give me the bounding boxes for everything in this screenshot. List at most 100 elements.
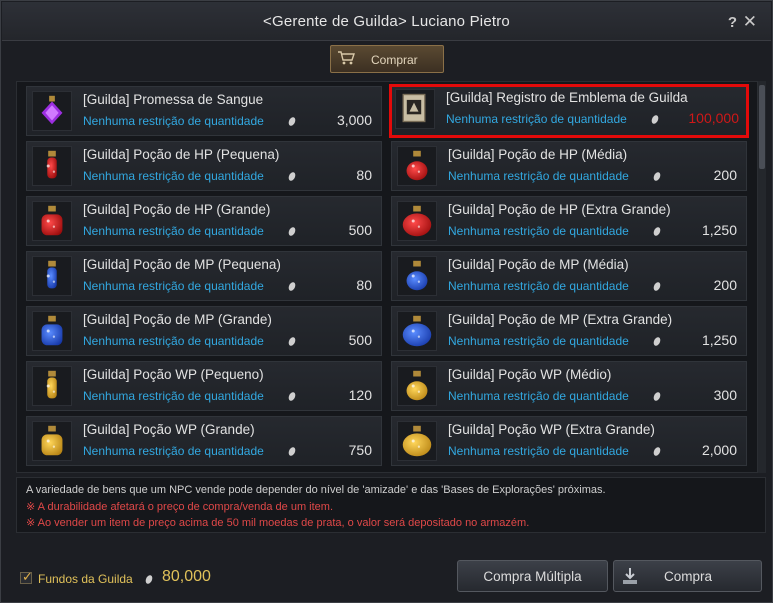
shop-item[interactable]: [Guilda] Poção WP (Extra Grande) Nenhuma…	[391, 416, 747, 466]
silver-coin-icon	[652, 171, 662, 182]
guild-funds-amount: 80,000	[162, 568, 211, 585]
silver-coin-icon	[652, 281, 662, 292]
info-panel: A variedade de bens que um NPC vende pod…	[16, 477, 766, 533]
silver-coin-icon	[287, 171, 297, 182]
mp-potion-medium-icon	[397, 256, 437, 296]
mp-potion-xlarge-icon	[397, 311, 437, 351]
item-price: 1,250	[701, 222, 737, 238]
item-restriction: Nenhuma restrição de quantidade	[448, 444, 629, 458]
shop-item[interactable]: [Guilda] Poção de HP (Grande) Nenhuma re…	[26, 196, 382, 246]
shop-item[interactable]: [Guilda] Poção de HP (Pequena) Nenhuma r…	[26, 141, 382, 191]
item-name: [Guilda] Poção de HP (Média)	[448, 147, 628, 162]
item-name: [Guilda] Poção de HP (Pequena)	[83, 147, 280, 162]
cart-icon	[338, 51, 355, 65]
shop-item[interactable]: [Guilda] Poção de MP (Pequena) Nenhuma r…	[26, 251, 382, 301]
item-price: 3,000	[336, 112, 372, 128]
item-price: 200	[713, 277, 737, 293]
item-name: [Guilda] Registro de Emblema de Guilda	[446, 90, 688, 105]
info-storage-warning: ※ Ao vender um item de preço acima de 50…	[26, 517, 530, 529]
wp-potion-large-icon	[32, 421, 72, 461]
item-name: [Guilda] Poção de MP (Grande)	[83, 312, 272, 327]
item-name: [Guilda] Poção WP (Médio)	[448, 367, 612, 382]
item-restriction: Nenhuma restrição de quantidade	[83, 224, 264, 238]
item-restriction: Nenhuma restrição de quantidade	[448, 389, 629, 403]
guild-funds-label: Fundos da Guilda	[38, 572, 133, 586]
shop-item[interactable]: [Guilda] Poção WP (Médio) Nenhuma restri…	[391, 361, 747, 411]
window-title: <Gerente de Guilda> Luciano Pietro	[263, 13, 510, 30]
close-button[interactable]: ✕	[743, 12, 757, 32]
item-name: [Guilda] Poção de MP (Extra Grande)	[448, 312, 673, 327]
hp-potion-small-icon	[32, 146, 72, 186]
shop-item[interactable]: [Guilda] Poção WP (Grande) Nenhuma restr…	[26, 416, 382, 466]
checkmark-icon: ✓	[22, 569, 33, 584]
silver-coin-icon	[287, 336, 297, 347]
item-restriction: Nenhuma restrição de quantidade	[83, 389, 264, 403]
hp-potion-medium-icon	[397, 146, 437, 186]
item-price: 750	[348, 442, 372, 458]
silver-coin-icon	[652, 446, 662, 457]
silver-coin-icon	[144, 574, 154, 585]
emblem-scroll-icon	[395, 89, 435, 129]
item-name: [Guilda] Poção de MP (Média)	[448, 257, 629, 272]
item-restriction: Nenhuma restrição de quantidade	[446, 112, 627, 126]
item-restriction: Nenhuma restrição de quantidade	[83, 444, 264, 458]
shop-item[interactable]: [Guilda] Promessa de Sangue Nenhuma rest…	[26, 86, 382, 136]
item-list: [Guilda] Promessa de Sangue Nenhuma rest…	[16, 81, 758, 473]
silver-coin-icon	[287, 116, 297, 127]
item-price: 80	[356, 277, 372, 293]
shop-item[interactable]: [Guilda] Poção de HP (Média) Nenhuma res…	[391, 141, 747, 191]
multi-buy-label: Compra Múltipla	[483, 569, 582, 584]
item-list-scrollbar[interactable]	[758, 81, 766, 473]
shop-item[interactable]: [Guilda] Poção WP (Pequeno) Nenhuma rest…	[26, 361, 382, 411]
item-restriction: Nenhuma restrição de quantidade	[448, 224, 629, 238]
item-price: 500	[348, 222, 372, 238]
title-bar[interactable]: <Gerente de Guilda> Luciano Pietro ? ✕	[2, 2, 771, 41]
shop-item[interactable]: [Guilda] Poção de HP (Extra Grande) Nenh…	[391, 196, 747, 246]
hp-potion-large-icon	[32, 201, 72, 241]
item-name: [Guilda] Poção WP (Pequeno)	[83, 367, 264, 382]
item-price: 1,250	[701, 332, 737, 348]
item-restriction: Nenhuma restrição de quantidade	[448, 279, 629, 293]
item-restriction: Nenhuma restrição de quantidade	[83, 334, 264, 348]
footer-bar: ✓ Fundos da Guilda 80,000 Compra Múltipl…	[2, 547, 771, 601]
buy-button[interactable]: Compra	[613, 560, 762, 592]
item-restriction: Nenhuma restrição de quantidade	[83, 114, 264, 128]
multi-buy-button[interactable]: Compra Múltipla	[457, 560, 608, 592]
shop-item[interactable]: [Guilda] Poção de MP (Grande) Nenhuma re…	[26, 306, 382, 356]
blood-promise-icon	[32, 91, 72, 131]
tab-buy[interactable]: Comprar	[330, 45, 444, 73]
item-price: 120	[348, 387, 372, 403]
hp-potion-xlarge-icon	[397, 201, 437, 241]
wp-potion-xlarge-icon	[397, 421, 437, 461]
help-button[interactable]: ?	[728, 14, 737, 31]
tab-buy-label: Comprar	[371, 53, 418, 67]
item-restriction: Nenhuma restrição de quantidade	[448, 169, 629, 183]
silver-coin-icon	[650, 114, 660, 125]
item-restriction: Nenhuma restrição de quantidade	[448, 334, 629, 348]
scrollbar-thumb[interactable]	[759, 85, 765, 169]
shop-item[interactable]: [Guilda] Poção de MP (Média) Nenhuma res…	[391, 251, 747, 301]
download-icon	[623, 568, 637, 584]
item-name: [Guilda] Poção WP (Grande)	[83, 422, 255, 437]
shop-item[interactable]: [Guilda] Poção de MP (Extra Grande) Nenh…	[391, 306, 747, 356]
item-restriction: Nenhuma restrição de quantidade	[83, 279, 264, 293]
guild-funds-checkbox[interactable]: ✓	[20, 569, 33, 584]
silver-coin-icon	[652, 226, 662, 237]
wp-potion-medium-icon	[397, 366, 437, 406]
item-restriction: Nenhuma restrição de quantidade	[83, 169, 264, 183]
silver-coin-icon	[287, 446, 297, 457]
item-price: 300	[713, 387, 737, 403]
item-name: [Guilda] Poção de HP (Grande)	[83, 202, 271, 217]
item-price: 80	[356, 167, 372, 183]
item-price: 2,000	[701, 442, 737, 458]
item-price: 200	[713, 167, 737, 183]
silver-coin-icon	[652, 336, 662, 347]
buy-label: Compra	[664, 569, 713, 584]
shop-item[interactable]: [Guilda] Registro de Emblema de Guilda N…	[389, 84, 749, 138]
npc-shop-window: <Gerente de Guilda> Luciano Pietro ? ✕ C…	[0, 0, 773, 603]
silver-coin-icon	[287, 281, 297, 292]
silver-coin-icon	[652, 391, 662, 402]
item-name: [Guilda] Poção WP (Extra Grande)	[448, 422, 655, 437]
wp-potion-small-icon	[32, 366, 72, 406]
silver-coin-icon	[287, 226, 297, 237]
